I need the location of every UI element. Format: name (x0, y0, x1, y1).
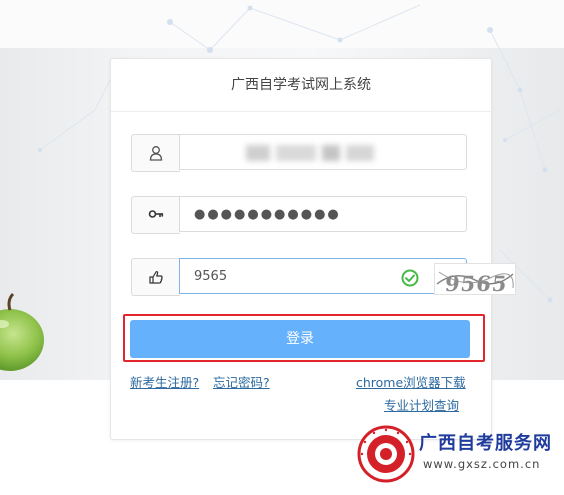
seal-logo (357, 425, 415, 483)
key-icon (148, 210, 164, 218)
apple-decoration (0, 292, 44, 371)
site-watermark: 广西自考服务网 www.gxsz.com.cn (357, 425, 557, 487)
watermark-url: www.gxsz.com.cn (423, 457, 541, 471)
captcha-code: 9565 (443, 271, 509, 295)
plan-query-link[interactable]: 专业计划查询 (384, 395, 459, 414)
check-circle-icon (401, 269, 419, 287)
login-button[interactable]: 登录 (130, 320, 470, 358)
user-icon (149, 146, 163, 161)
username-redacted (246, 145, 374, 161)
captcha-input-value: 9565 (194, 269, 228, 284)
forgot-password-link[interactable]: 忘记密码? (213, 372, 270, 391)
password-addon (131, 196, 180, 234)
captcha-field: 9565 9565 (131, 258, 516, 296)
password-input[interactable]: ●●●●●●●●●●● (179, 196, 467, 232)
chrome-download-link[interactable]: chrome浏览器下载 (356, 372, 466, 391)
page-title: 广西自学考试网上系统 (111, 59, 491, 112)
captcha-image[interactable]: 9565 (434, 263, 516, 295)
username-field (131, 134, 469, 172)
register-link[interactable]: 新考生注册? (130, 372, 199, 391)
username-input[interactable] (179, 134, 467, 170)
captcha-input[interactable]: 9565 9565 (179, 258, 516, 295)
pointing-hand-icon (149, 271, 163, 284)
username-addon (131, 134, 180, 172)
watermark-title: 广西自考服务网 (419, 433, 552, 454)
password-field: ●●●●●●●●●●● (131, 196, 469, 234)
captcha-addon (131, 258, 180, 296)
login-card: 广西自学考试网上系统 ●●●●●●●●●●● 9565 9565 登录 新考生注… (110, 58, 516, 440)
